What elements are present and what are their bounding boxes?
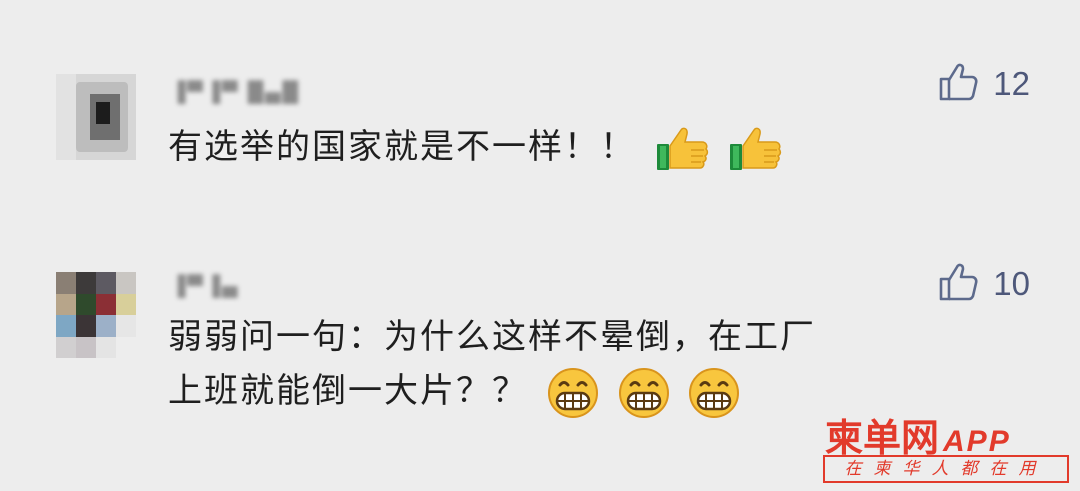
comment-text-line: 弱弱问一句：为什么这样不晕倒，在工厂: [168, 317, 816, 357]
watermark-brand-name: 柬单网: [825, 416, 940, 460]
watermark-slogan: 在柬华人都在用: [823, 455, 1069, 483]
thumbs-up-emoji-icon: [728, 126, 782, 172]
thumbs-up-outline-icon: [937, 261, 979, 307]
watermark-logo: 柬单网 APP 在柬华人都在用: [819, 407, 1074, 487]
comment-text-line: 上班就能倒一大片？？: [168, 371, 528, 411]
username[interactable]: ▐▀▐▄: [170, 274, 300, 298]
comment-text: 弱弱问一句：为什么这样不晕倒，在工厂 上班就能倒一大片？？: [168, 310, 1028, 419]
like-count: 10: [993, 265, 1030, 302]
thumbs-up-outline-icon: [937, 61, 979, 107]
like-button[interactable]: 12: [937, 62, 1030, 106]
avatar[interactable]: [56, 74, 136, 160]
like-count: 12: [993, 65, 1030, 102]
username[interactable]: ▐▀▐▀ █▄█: [170, 80, 420, 104]
grinning-face-emoji-icon: [547, 367, 599, 419]
avatar[interactable]: [56, 272, 136, 358]
like-button[interactable]: 10: [937, 262, 1030, 306]
watermark-brand: 柬单网 APP: [825, 407, 1011, 462]
thumbs-up-emoji-icon: [655, 126, 709, 172]
comment-text: 有选举的国家就是不一样！！: [168, 120, 1028, 174]
comment-item: ▐▀▐▀ █▄█ 12 有选举的国家就是不一样！！: [0, 60, 1080, 200]
grinning-face-emoji-icon: [618, 367, 670, 419]
watermark-app-label: APP: [943, 425, 1011, 458]
comment-text-line: 有选举的国家就是不一样！！: [168, 127, 636, 167]
comment-list: ▐▀▐▀ █▄█ 12 有选举的国家就是不一样！！ ▐▀▐▄ 10 弱弱问一句：…: [0, 0, 1080, 491]
grinning-face-emoji-icon: [688, 367, 740, 419]
